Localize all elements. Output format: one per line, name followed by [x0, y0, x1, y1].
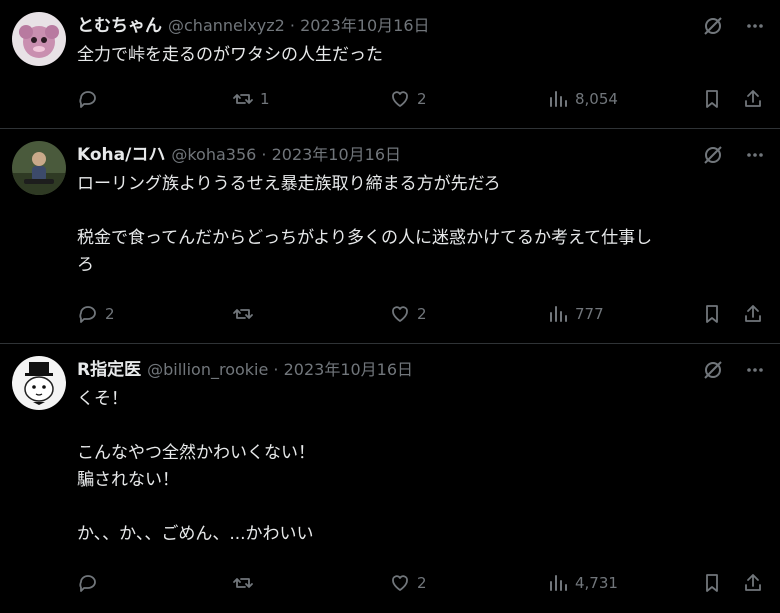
repost-button[interactable]: 1	[232, 86, 270, 112]
views-icon	[550, 91, 567, 107]
views-icon	[550, 575, 567, 591]
post-date[interactable]: 2023年10月16日	[300, 16, 429, 35]
post-1[interactable]: とむちゃん @channelxyz2 · 2023年10月16日 全力で峠を走るの…	[0, 0, 780, 129]
bookmark-icon	[706, 90, 718, 108]
reply-icon	[79, 91, 96, 108]
grok-icon[interactable]	[702, 359, 724, 381]
reply-count: 2	[105, 305, 115, 323]
author-handle[interactable]: @channelxyz2	[168, 16, 285, 35]
post-header: Koha/コハ @koha356 · 2023年10月16日	[77, 145, 402, 165]
like-icon	[392, 306, 408, 322]
grok-icon[interactable]	[702, 15, 724, 37]
avatar[interactable]	[12, 12, 66, 66]
reply-icon	[79, 306, 96, 323]
post-3[interactable]: R指定医 @billion_rookie · 2023年10月16日 くそ！ こん…	[0, 344, 780, 613]
grok-icon[interactable]	[702, 144, 724, 166]
post-header: R指定医 @billion_rookie · 2023年10月16日	[77, 360, 414, 380]
like-button[interactable]: 2	[389, 570, 427, 596]
reply-button[interactable]	[77, 86, 105, 112]
share-button[interactable]	[742, 301, 764, 327]
views-button[interactable]: 777	[547, 301, 604, 327]
post-text: ローリング族よりうるせえ暴走族取り締まる方が先だろ 税金で食ってんだからどっちが…	[77, 171, 767, 279]
like-button[interactable]: 2	[389, 301, 427, 327]
like-count: 2	[417, 574, 427, 592]
reply-icon	[79, 575, 96, 592]
author-name[interactable]: R指定医	[77, 360, 141, 380]
repost-count: 1	[260, 90, 270, 108]
text-line	[77, 413, 767, 440]
more-icon[interactable]	[744, 15, 766, 37]
bookmark-button[interactable]	[701, 570, 723, 596]
bookmark-button[interactable]	[701, 86, 723, 112]
bookmark-icon	[706, 574, 718, 592]
like-icon	[392, 575, 408, 591]
like-button[interactable]: 2	[389, 86, 427, 112]
text-line: か、、か、、ごめん、...かわいい	[77, 524, 314, 544]
text-line: 騙されない！	[77, 470, 179, 490]
share-icon	[745, 305, 761, 322]
text-line: ローリング族よりうるせえ暴走族取り締まる方が先だろ	[77, 174, 501, 194]
repost-icon	[233, 94, 253, 104]
share-icon	[745, 90, 761, 107]
views-button[interactable]: 4,731	[547, 570, 618, 596]
text-line: 全力で峠を走るのがワタシの人生だった	[77, 45, 383, 65]
views-button[interactable]: 8,054	[547, 86, 618, 112]
text-line: くそ！	[77, 389, 128, 409]
author-name[interactable]: とむちゃん	[77, 16, 162, 36]
share-button[interactable]	[742, 570, 764, 596]
share-button[interactable]	[742, 86, 764, 112]
author-name[interactable]: Koha/コハ	[77, 145, 165, 165]
repost-button[interactable]	[232, 301, 260, 327]
author-handle[interactable]: @koha356	[171, 145, 256, 164]
repost-button[interactable]	[232, 570, 260, 596]
avatar[interactable]	[12, 356, 66, 410]
like-icon	[392, 91, 408, 107]
reply-button[interactable]: 2	[77, 301, 115, 327]
share-icon	[745, 574, 761, 591]
text-line: こんなやつ全然かわいくない！	[77, 443, 315, 463]
bookmark-icon	[706, 305, 718, 323]
text-line: ろ	[77, 255, 94, 275]
more-icon[interactable]	[744, 144, 766, 166]
post-text: 全力で峠を走るのがワタシの人生だった	[77, 42, 767, 69]
views-count: 8,054	[575, 90, 618, 108]
post-text: くそ！ こんなやつ全然かわいくない！ 騙されない！ か、、か、、ごめん、...か…	[77, 386, 767, 548]
bookmark-button[interactable]	[701, 301, 723, 327]
text-line: 税金で食ってんだからどっちがより多くの人に迷惑かけてるか考えて仕事し	[77, 228, 653, 248]
post-2[interactable]: Koha/コハ @koha356 · 2023年10月16日 ローリング族よりうる…	[0, 129, 780, 344]
more-icon[interactable]	[744, 359, 766, 381]
avatar[interactable]	[12, 141, 66, 195]
views-count: 4,731	[575, 574, 618, 592]
author-handle[interactable]: @billion_rookie	[147, 360, 268, 379]
like-count: 2	[417, 305, 427, 323]
views-icon	[550, 306, 567, 322]
post-header: とむちゃん @channelxyz2 · 2023年10月16日	[77, 16, 430, 36]
repost-icon	[233, 309, 253, 319]
repost-icon	[233, 578, 253, 588]
reply-button[interactable]	[77, 570, 105, 596]
post-date[interactable]: 2023年10月16日	[272, 145, 401, 164]
text-line	[77, 198, 767, 225]
views-count: 777	[575, 305, 604, 323]
like-count: 2	[417, 90, 427, 108]
post-date[interactable]: 2023年10月16日	[284, 360, 413, 379]
text-line	[77, 494, 767, 521]
